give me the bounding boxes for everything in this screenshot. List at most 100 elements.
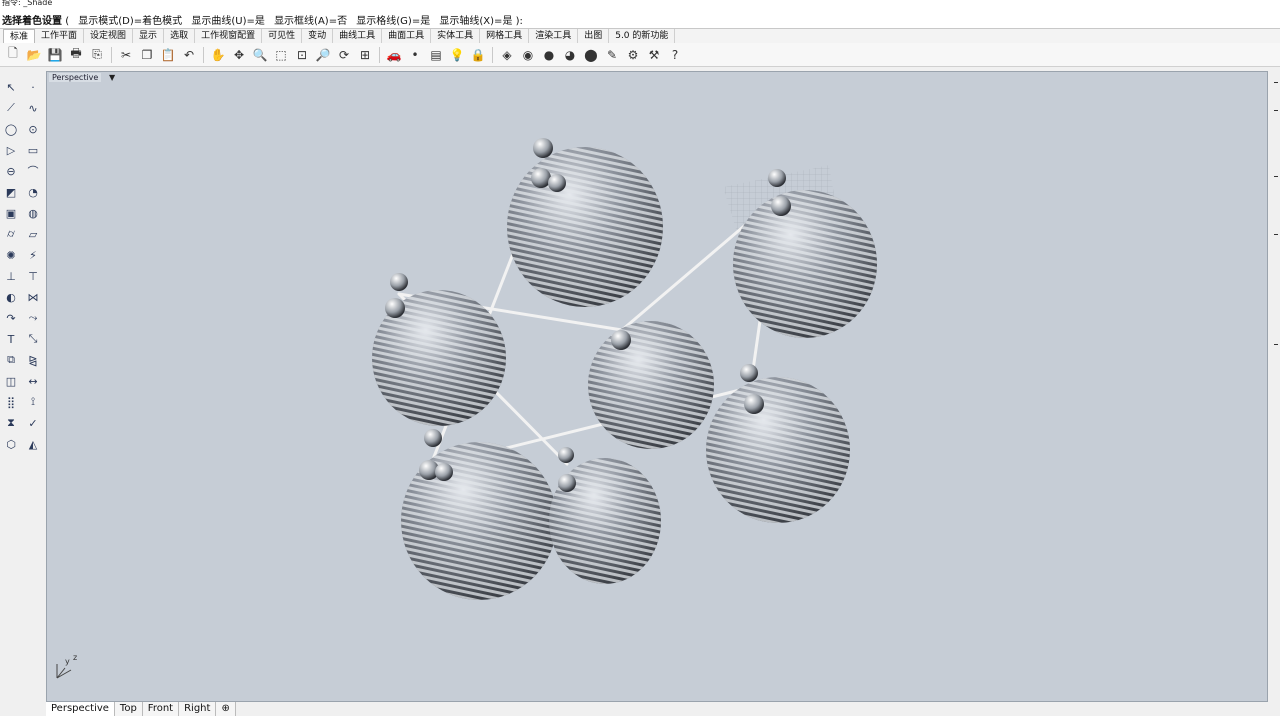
option-show-grid[interactable]: 显示格线(G)=是 xyxy=(356,16,430,27)
extend-icon[interactable]: ⊥ xyxy=(1,267,21,285)
command-prompt-line[interactable]: 选择着色设置 ( 显示模式(D)=着色模式 显示曲线(U)=是 显示框线(A)=… xyxy=(2,12,523,27)
paint-bucket-icon[interactable]: ◭ xyxy=(23,435,43,453)
curve-control-icon[interactable]: ∿ xyxy=(23,99,43,117)
print-icon[interactable]: 🖶 xyxy=(67,46,85,64)
circle-icon[interactable]: ◯ xyxy=(1,120,21,138)
tab-8[interactable]: 曲线工具 xyxy=(333,29,383,43)
tab-9[interactable]: 曲面工具 xyxy=(382,29,432,43)
sphere-blue-icon[interactable]: ⬤ xyxy=(582,46,600,64)
help-icon[interactable]: ? xyxy=(666,46,684,64)
pan-hand-icon[interactable]: ✋ xyxy=(209,46,227,64)
zoom-extents-icon[interactable]: ⊡ xyxy=(293,46,311,64)
mesh-plane-icon[interactable]: ▱ xyxy=(23,225,43,243)
polygon-icon[interactable]: ▷ xyxy=(1,141,21,159)
sphere-lantern-5[interactable] xyxy=(706,377,850,523)
color-wheel-icon[interactable]: ◉ xyxy=(519,46,537,64)
viewport-tab-0[interactable]: Perspective xyxy=(46,702,115,716)
tab-2[interactable]: 设定视图 xyxy=(84,29,134,43)
sphere-solid-icon[interactable]: ◍ xyxy=(23,204,43,222)
scene-canvas[interactable] xyxy=(47,72,1268,702)
array-icon[interactable]: ⣿ xyxy=(1,393,21,411)
option-display-mode[interactable]: 显示模式(D)=着色模式 xyxy=(78,16,182,27)
copy-icon[interactable]: ❐ xyxy=(138,46,156,64)
option-show-axes[interactable]: 显示轴线(X)=是 xyxy=(439,16,512,27)
tab-5[interactable]: 工作视窗配置 xyxy=(195,29,263,43)
cut-icon[interactable]: ✂ xyxy=(117,46,135,64)
viewport-title[interactable]: Perspective xyxy=(49,73,102,82)
text-icon[interactable]: T xyxy=(1,330,21,348)
sphere-lantern-1[interactable] xyxy=(507,147,663,307)
lock-icon[interactable]: 🔒 xyxy=(469,46,487,64)
paste-icon[interactable]: 📋 xyxy=(159,46,177,64)
sphere-lantern-2[interactable] xyxy=(733,190,877,338)
select-arrow-icon[interactable]: ↖ xyxy=(1,78,21,96)
car-icon[interactable]: 🚗 xyxy=(385,46,403,64)
analyze-icon[interactable]: ⟟ xyxy=(23,393,43,411)
save-icon[interactable]: 💾 xyxy=(46,46,64,64)
open-folder-icon[interactable]: 📂 xyxy=(25,46,43,64)
offset-icon[interactable]: ⤳ xyxy=(23,309,43,327)
trim-icon[interactable]: ⊤ xyxy=(23,267,43,285)
import-icon[interactable]: ⎘ xyxy=(88,46,106,64)
check-icon[interactable]: ✓ xyxy=(23,414,43,432)
cylinder-icon[interactable]: ⌭ xyxy=(1,225,21,243)
viewport-grid-icon[interactable]: ⊞ xyxy=(356,46,374,64)
rotate-view-icon[interactable]: ⟳ xyxy=(335,46,353,64)
block-icon[interactable]: ◫ xyxy=(1,372,21,390)
option-show-curves[interactable]: 显示曲线(U)=是 xyxy=(191,16,265,27)
rectangle-icon[interactable]: ▭ xyxy=(23,141,43,159)
options-icon[interactable]: ⚒ xyxy=(645,46,663,64)
perspective-viewport[interactable]: Perspective ▼ y z xyxy=(46,71,1268,702)
viewport-tab-3[interactable]: Right xyxy=(179,702,217,716)
box-solid-icon[interactable]: ▣ xyxy=(1,204,21,222)
viewport-tab-2[interactable]: Front xyxy=(142,702,180,716)
light-bulb-icon[interactable]: 💡 xyxy=(448,46,466,64)
point-icon[interactable]: • xyxy=(406,46,424,64)
settings-gear-icon[interactable]: ⚙ xyxy=(624,46,642,64)
tab-11[interactable]: 网格工具 xyxy=(480,29,530,43)
fillet-curve-icon[interactable]: ↷ xyxy=(1,309,21,327)
group-icon[interactable]: ⧉ xyxy=(1,351,21,369)
sphere-lantern-4[interactable] xyxy=(588,321,714,449)
point-tool-icon[interactable]: · xyxy=(23,78,43,96)
lightning-edit-icon[interactable]: ⚡ xyxy=(23,246,43,264)
zoom-icon[interactable]: 🔍 xyxy=(251,46,269,64)
brush-icon[interactable]: ✎ xyxy=(603,46,621,64)
layer-icon[interactable]: ▤ xyxy=(427,46,445,64)
new-file-icon[interactable]: 🗋 xyxy=(4,46,22,64)
tab-12[interactable]: 渲染工具 xyxy=(529,29,579,43)
zoom-selected-icon[interactable]: 🔎 xyxy=(314,46,332,64)
tab-14[interactable]: 5.0 的新功能 xyxy=(609,29,676,43)
extrude-curve-icon[interactable]: ◔ xyxy=(23,183,43,201)
tab-6[interactable]: 可见性 xyxy=(262,29,303,43)
zoom-window-icon[interactable]: ⬚ xyxy=(272,46,290,64)
tab-3[interactable]: 显示 xyxy=(133,29,165,43)
polyline-icon[interactable]: ⟋ xyxy=(1,99,21,117)
undo-icon[interactable]: ↶ xyxy=(180,46,198,64)
shape-mesh-icon[interactable]: ⬡ xyxy=(1,435,21,453)
freeform-curve-icon[interactable]: ⌒ xyxy=(23,162,43,180)
scale-icon[interactable]: ⤡ xyxy=(23,330,43,348)
viewport-tab-4[interactable]: ⊕ xyxy=(216,702,236,716)
tab-4[interactable]: 选取 xyxy=(164,29,196,43)
arc-icon[interactable]: ⊙ xyxy=(23,120,43,138)
join-icon[interactable]: ⋈ xyxy=(23,288,43,306)
move-icon[interactable]: ✥ xyxy=(230,46,248,64)
option-show-wireframe[interactable]: 显示框线(A)=否 xyxy=(274,16,347,27)
tab-13[interactable]: 出图 xyxy=(578,29,610,43)
tab-1[interactable]: 工作平面 xyxy=(35,29,85,43)
render-icon[interactable]: ◈ xyxy=(498,46,516,64)
gear-solid-icon[interactable]: ✺ xyxy=(1,246,21,264)
mirror-icon[interactable]: ⧎ xyxy=(23,351,43,369)
tab-10[interactable]: 实体工具 xyxy=(431,29,481,43)
tab-7[interactable]: 变动 xyxy=(302,29,334,43)
ellipse-icon[interactable]: ⊖ xyxy=(1,162,21,180)
surface-corner-icon[interactable]: ◩ xyxy=(1,183,21,201)
sphere-render-icon[interactable]: ◕ xyxy=(561,46,579,64)
transform-icon[interactable]: ⧗ xyxy=(1,414,21,432)
viewport-tab-1[interactable]: Top xyxy=(114,702,143,716)
dimension-icon[interactable]: ↔ xyxy=(23,372,43,390)
tab-0[interactable]: 标准 xyxy=(3,29,36,43)
viewport-menu-arrow[interactable]: ▼ xyxy=(109,73,115,82)
boolean-icon[interactable]: ◐ xyxy=(1,288,21,306)
